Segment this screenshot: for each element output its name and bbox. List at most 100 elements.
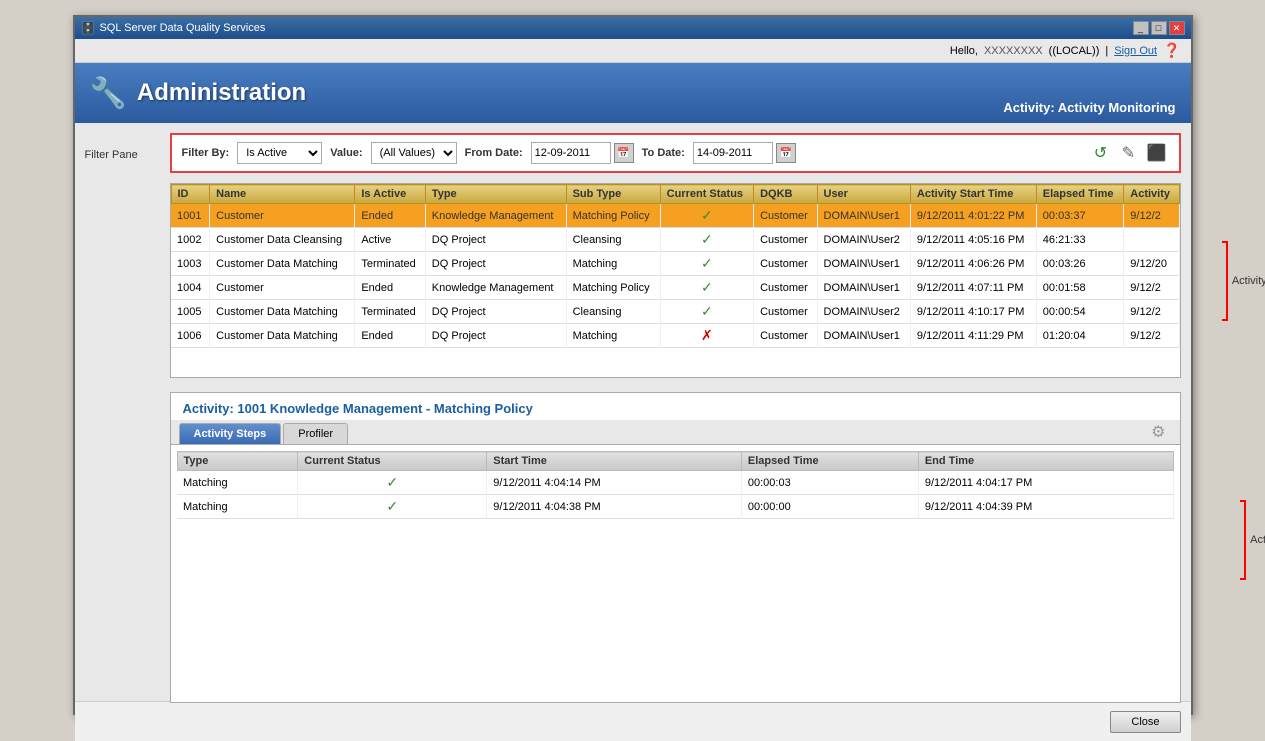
- col-starttime: Activity Start Time: [910, 185, 1036, 204]
- table-row[interactable]: 1003 Customer Data Matching Terminated D…: [171, 252, 1179, 276]
- maximize-button[interactable]: □: [1151, 21, 1167, 35]
- cell-dqkb: Customer: [754, 276, 817, 300]
- tab-activity-steps[interactable]: Activity Steps: [179, 423, 282, 444]
- detail-cell-elapsed: 00:00:00: [741, 495, 918, 519]
- table-row[interactable]: Matching ✓ 9/12/2011 4:04:38 PM 00:00:00…: [177, 495, 1173, 519]
- cell-starttime: 9/12/2011 4:06:26 PM: [910, 252, 1036, 276]
- table-row[interactable]: 1006 Customer Data Matching Ended DQ Pro…: [171, 324, 1179, 348]
- detail-cell-type: Matching: [177, 495, 298, 519]
- cell-isactive: Terminated: [355, 300, 425, 324]
- cell-id: 1006: [171, 324, 210, 348]
- detail-cell-starttime: 9/12/2011 4:04:38 PM: [487, 495, 742, 519]
- cell-status: ✗: [660, 324, 753, 348]
- cell-starttime: 9/12/2011 4:07:11 PM: [910, 276, 1036, 300]
- cell-dqkb: Customer: [754, 324, 817, 348]
- from-date-input-group: 📅: [531, 142, 634, 164]
- status-check-icon: ✓: [701, 231, 713, 247]
- col-elapsed: Elapsed Time: [1036, 185, 1123, 204]
- cell-dqkb: Customer: [754, 252, 817, 276]
- table-row[interactable]: 1004 Customer Ended Knowledge Management…: [171, 276, 1179, 300]
- cell-subtype: Matching Policy: [566, 204, 660, 228]
- detail-pane: Activity: 1001 Knowledge Management - Ma…: [170, 392, 1181, 703]
- username: XXXXXXXX: [984, 45, 1043, 57]
- cell-status: ✓: [660, 204, 753, 228]
- edit-button[interactable]: ✎: [1117, 141, 1141, 165]
- cell-user: DOMAIN\User2: [817, 300, 910, 324]
- cell-elapsed: 00:01:58: [1036, 276, 1123, 300]
- cell-elapsed: 00:03:37: [1036, 204, 1123, 228]
- cell-activity: 9/12/20: [1124, 252, 1179, 276]
- cell-elapsed: 00:00:54: [1036, 300, 1123, 324]
- col-subtype: Sub Type: [566, 185, 660, 204]
- col-id: ID: [171, 185, 210, 204]
- cell-id: 1002: [171, 228, 210, 252]
- status-check-icon: ✓: [701, 255, 713, 271]
- cell-elapsed: 00:03:26: [1036, 252, 1123, 276]
- main-window: 🗄️ SQL Server Data Quality Services _ □ …: [73, 15, 1193, 715]
- cell-status: ✓: [660, 228, 753, 252]
- detail-col-starttime: Start Time: [487, 452, 742, 471]
- cell-starttime: 9/12/2011 4:01:22 PM: [910, 204, 1036, 228]
- bottom-bar: Close: [75, 701, 1191, 741]
- table-row[interactable]: 1002 Customer Data Cleansing Active DQ P…: [171, 228, 1179, 252]
- to-date-calendar-button[interactable]: 📅: [776, 143, 796, 163]
- cell-type: DQ Project: [425, 300, 566, 324]
- col-dqkb: DQKB: [754, 185, 817, 204]
- separator: |: [1105, 45, 1108, 57]
- header-area: 🔧 Administration Activity: Activity Moni…: [75, 63, 1191, 123]
- detail-status-check-icon: ✓: [386, 498, 398, 514]
- status-check-icon: ✓: [701, 279, 713, 295]
- tabs-row: Activity Steps Profiler ⚙: [171, 420, 1180, 445]
- table-row[interactable]: 1005 Customer Data Matching Terminated D…: [171, 300, 1179, 324]
- filter-pane: Filter By: Is Active All Ended Terminate…: [170, 133, 1181, 173]
- cell-isactive: Ended: [355, 204, 425, 228]
- detail-cell-status: ✓: [298, 471, 487, 495]
- signout-link[interactable]: Sign Out: [1114, 45, 1157, 57]
- from-date-input[interactable]: [531, 142, 611, 164]
- cell-type: DQ Project: [425, 252, 566, 276]
- close-button[interactable]: Close: [1110, 711, 1180, 733]
- activity-grid-label: Activity Grid: [1232, 275, 1265, 287]
- cell-type: Knowledge Management: [425, 204, 566, 228]
- activity-table-header: ID Name Is Active Type Sub Type Current …: [171, 185, 1179, 204]
- value-select[interactable]: (All Values) Active Ended Terminated: [371, 142, 457, 164]
- cell-name: Customer Data Cleansing: [210, 228, 355, 252]
- tab-profiler[interactable]: Profiler: [283, 423, 348, 444]
- table-row[interactable]: Matching ✓ 9/12/2011 4:04:14 PM 00:00:03…: [177, 471, 1173, 495]
- from-date-calendar-button[interactable]: 📅: [614, 143, 634, 163]
- settings-icon[interactable]: ⚙: [1145, 420, 1171, 444]
- cell-isactive: Ended: [355, 324, 425, 348]
- activity-grid-outer: ID Name Is Active Type Sub Type Current …: [170, 183, 1181, 378]
- minimize-button[interactable]: _: [1133, 21, 1149, 35]
- detail-cell-endtime: 9/12/2011 4:04:17 PM: [918, 471, 1173, 495]
- filter-by-label: Filter By:: [182, 147, 230, 159]
- cell-user: DOMAIN\User1: [817, 276, 910, 300]
- filter-by-select[interactable]: Is Active All Ended Terminated: [237, 142, 322, 164]
- refresh-button[interactable]: ↺: [1089, 141, 1113, 165]
- top-bar: Hello, XXXXXXXX ((LOCAL)) | Sign Out ❓: [75, 39, 1191, 63]
- cell-status: ✓: [660, 252, 753, 276]
- export-button[interactable]: ⬛: [1145, 141, 1169, 165]
- detail-status-check-icon: ✓: [386, 474, 398, 490]
- header-logo: 🔧 Administration: [90, 76, 307, 111]
- cell-user: DOMAIN\User1: [817, 204, 910, 228]
- cell-name: Customer Data Matching: [210, 300, 355, 324]
- filter-pane-label: Filter Pane: [85, 149, 170, 161]
- activity-grid-container[interactable]: ID Name Is Active Type Sub Type Current …: [170, 183, 1181, 378]
- close-window-button[interactable]: ✕: [1169, 21, 1185, 35]
- from-date-label: From Date:: [465, 147, 523, 159]
- table-row[interactable]: 1001 Customer Ended Knowledge Management…: [171, 204, 1179, 228]
- detail-pane-row: Activity: 1001 Knowledge Management - Ma…: [85, 384, 1181, 695]
- col-user: User: [817, 185, 910, 204]
- status-check-icon: ✓: [701, 303, 713, 319]
- detail-col-endtime: End Time: [918, 452, 1173, 471]
- help-icon[interactable]: ❓: [1163, 42, 1180, 59]
- to-date-input[interactable]: [693, 142, 773, 164]
- cell-starttime: 9/12/2011 4:11:29 PM: [910, 324, 1036, 348]
- detail-table: Type Current Status Start Time Elapsed T…: [177, 451, 1174, 519]
- detail-cell-endtime: 9/12/2011 4:04:39 PM: [918, 495, 1173, 519]
- cell-subtype: Matching Policy: [566, 276, 660, 300]
- server-text: ((LOCAL)): [1049, 45, 1100, 57]
- cell-type: DQ Project: [425, 228, 566, 252]
- cell-name: Customer Data Matching: [210, 252, 355, 276]
